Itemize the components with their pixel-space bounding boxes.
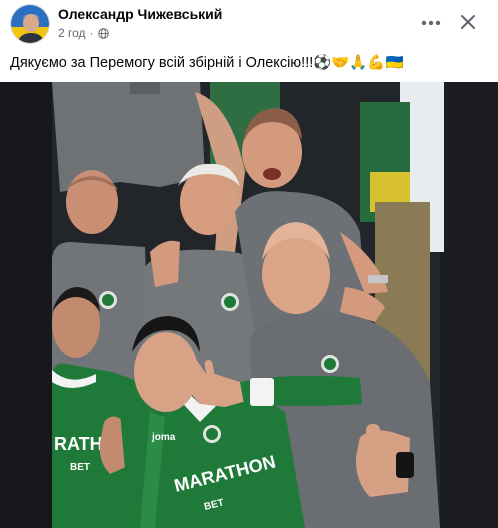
post-header: Олександр Чижевський 2 год · — [0, 0, 498, 46]
globe-icon — [97, 27, 109, 39]
post-time[interactable]: 2 год — [58, 26, 86, 40]
author-name[interactable]: Олександр Чижевський — [58, 6, 222, 22]
facebook-post: Олександр Чижевський 2 год · Дякуємо за … — [0, 0, 498, 528]
post-text: Дякуємо за Перемогу всій збірній і Олекс… — [10, 54, 490, 72]
meta-separator: · — [89, 26, 94, 40]
post-photo[interactable]: RATHON BET joma MARATHON BET — [0, 82, 498, 528]
post-meta: 2 год · — [58, 26, 109, 40]
close-button[interactable] — [455, 9, 481, 35]
more-options-button[interactable] — [418, 10, 444, 36]
jersey-brand: joma — [151, 432, 176, 443]
author-avatar[interactable] — [10, 4, 50, 44]
left-jersey-bet: BET — [70, 462, 90, 473]
close-icon — [461, 15, 475, 29]
more-horizontal-icon — [421, 20, 441, 26]
post-emoji: ⚽🤝🙏💪🇺🇦 — [313, 55, 404, 71]
post-message: Дякуємо за Перемогу всій збірній і Олекс… — [10, 55, 314, 71]
